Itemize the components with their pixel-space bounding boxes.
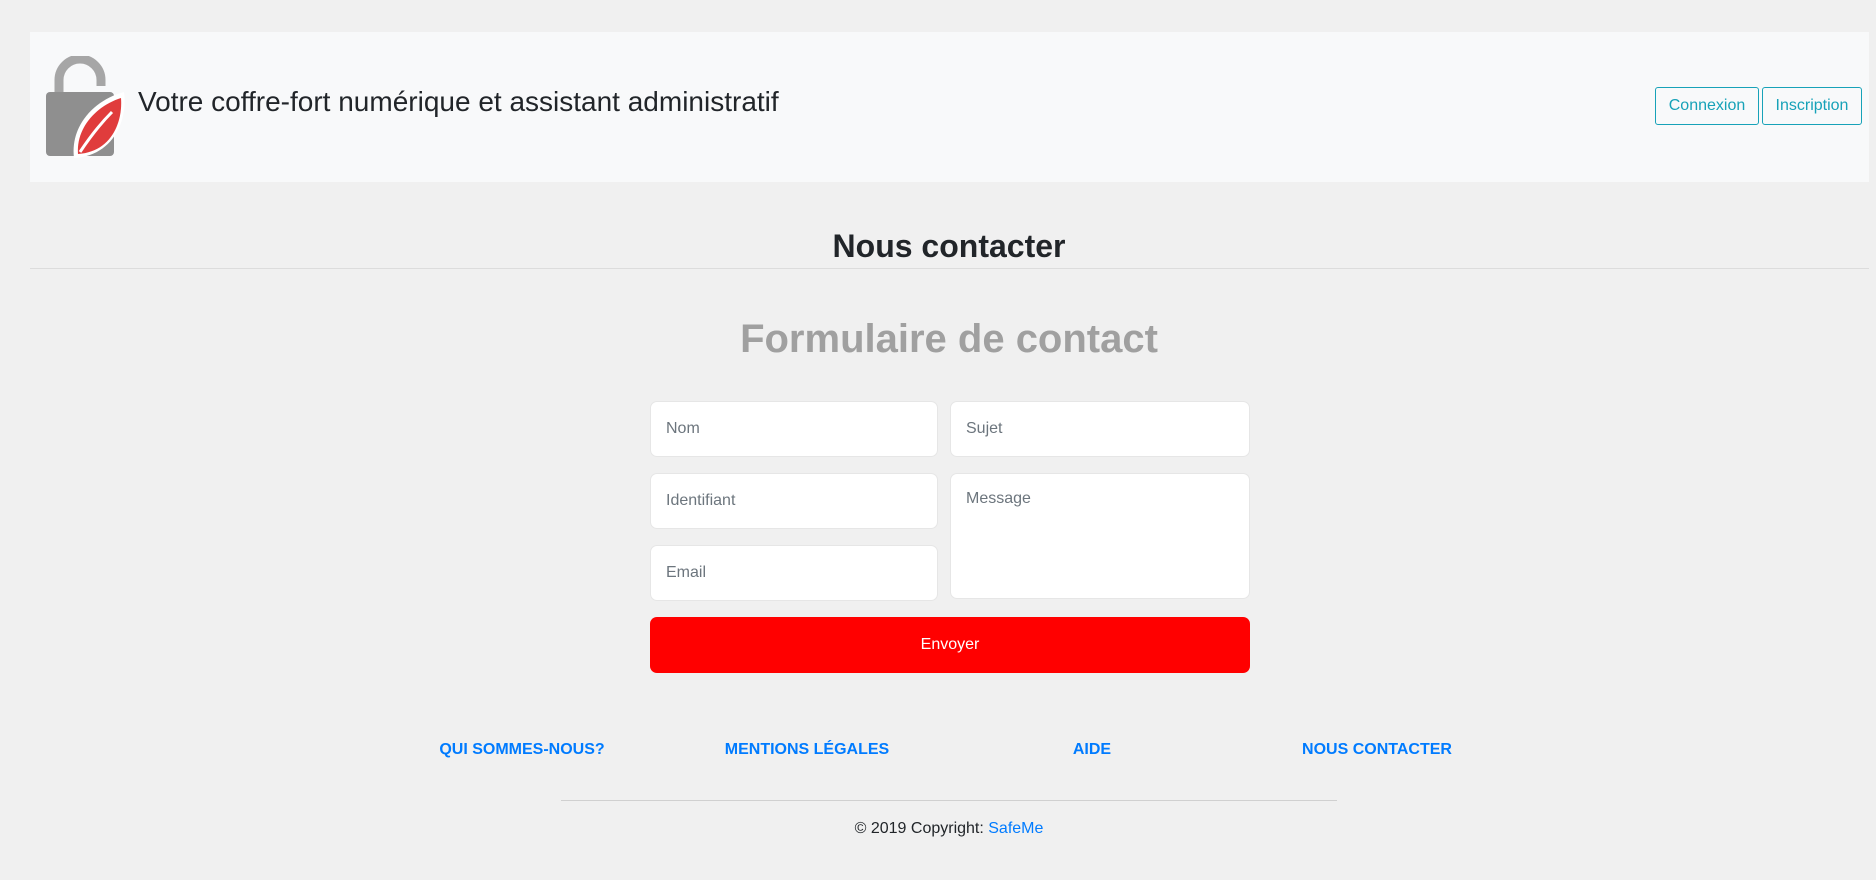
login-button[interactable]: Connexion [1655, 87, 1759, 125]
title-divider [30, 268, 1869, 269]
copyright-link[interactable]: SafeMe [988, 820, 1043, 837]
identifiant-input[interactable] [650, 473, 938, 529]
copyright-text: © 2019 Copyright: [854, 820, 989, 837]
signup-button[interactable]: Inscription [1762, 87, 1862, 125]
message-textarea[interactable] [950, 473, 1250, 599]
padlock-leaf-icon[interactable] [44, 54, 126, 160]
top-navbar: Votre coffre-fort numérique et assistant… [30, 32, 1869, 182]
footer-link-aide[interactable]: AIDE [952, 741, 1232, 759]
footer-link-mentions-legales[interactable]: MENTIONS LÉGALES [667, 741, 947, 759]
copyright: © 2019 Copyright: SafeMe [0, 820, 1876, 838]
footer-divider [561, 800, 1337, 801]
footer-links: QUI SOMMES-NOUS? MENTIONS LÉGALES AIDE N… [0, 741, 1876, 761]
page-title: Nous contacter [832, 228, 1066, 264]
footer-link-qui-sommes-nous[interactable]: QUI SOMMES-NOUS? [382, 741, 662, 759]
send-button[interactable]: Envoyer [650, 617, 1250, 673]
nom-input[interactable] [650, 401, 938, 457]
email-input[interactable] [650, 545, 938, 601]
form-title: Formulaire de contact [740, 317, 1158, 361]
brand-tagline: Votre coffre-fort numérique et assistant… [138, 86, 779, 117]
footer-link-nous-contacter[interactable]: NOUS CONTACTER [1237, 741, 1517, 759]
sujet-input[interactable] [950, 401, 1250, 457]
